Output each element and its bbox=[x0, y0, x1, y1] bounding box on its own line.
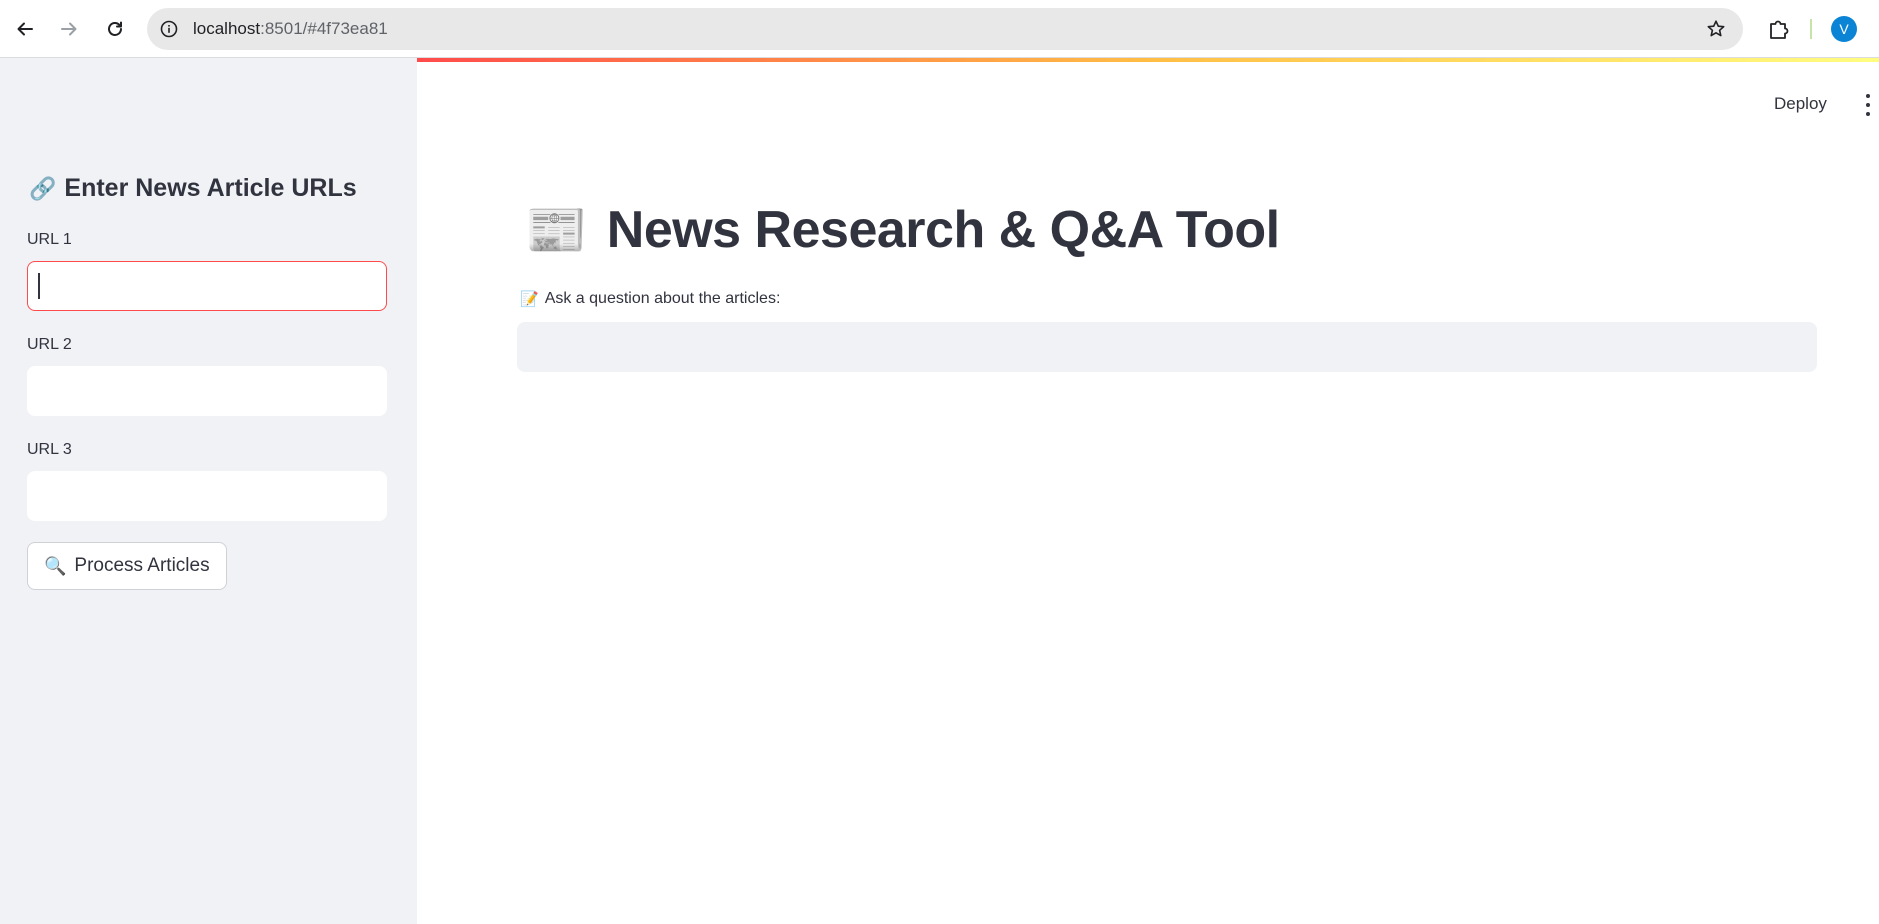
url-2-label: URL 2 bbox=[27, 336, 72, 353]
puzzle-icon[interactable] bbox=[1766, 16, 1792, 42]
sidebar-title-text: Enter News Article URLs bbox=[64, 174, 357, 202]
url-text[interactable]: localhost:8501/#4f73ea81 bbox=[193, 8, 388, 50]
deploy-button[interactable]: Deploy bbox=[1770, 90, 1831, 118]
newspaper-icon: 📰 bbox=[525, 201, 587, 258]
toolbar-divider bbox=[1810, 19, 1812, 39]
memo-icon: 📝 bbox=[520, 291, 539, 308]
url-path: :8501/#4f73ea81 bbox=[260, 19, 388, 38]
sidebar-title: 🔗 Enter News Article URLs bbox=[29, 174, 357, 203]
reload-icon bbox=[108, 21, 122, 36]
info-icon[interactable] bbox=[159, 19, 179, 39]
arrow-right-icon bbox=[61, 22, 77, 36]
url-1-input[interactable] bbox=[27, 261, 387, 311]
reload-button[interactable] bbox=[100, 14, 130, 44]
url-3-input[interactable] bbox=[27, 471, 387, 521]
kebab-dot bbox=[1866, 94, 1870, 98]
kebab-dot bbox=[1866, 103, 1870, 107]
header-decoration-bar bbox=[417, 58, 1879, 62]
profile-avatar[interactable]: V bbox=[1831, 16, 1857, 42]
url-1-label: URL 1 bbox=[27, 231, 72, 248]
browser-toolbar: localhost:8501/#4f73ea81 V bbox=[0, 0, 1879, 58]
question-input[interactable] bbox=[517, 322, 1817, 372]
process-articles-label: Process Articles bbox=[74, 555, 210, 576]
link-icon: 🔗 bbox=[29, 175, 57, 201]
url-3-label: URL 3 bbox=[27, 441, 72, 458]
magnifier-icon: 🔍 bbox=[44, 555, 67, 576]
kebab-dot bbox=[1866, 112, 1870, 116]
arrow-left-icon bbox=[17, 22, 33, 36]
page-title-text: News Research & Q&A Tool bbox=[606, 201, 1280, 259]
back-button[interactable] bbox=[10, 14, 40, 44]
process-articles-button[interactable]: 🔍 Process Articles bbox=[27, 542, 227, 590]
url-host: localhost bbox=[193, 19, 261, 38]
sidebar: 🔗 Enter News Article URLs URL 1 URL 2 UR… bbox=[0, 58, 417, 924]
text-caret bbox=[38, 273, 40, 299]
page-title: 📰 News Research & Q&A Tool bbox=[525, 200, 1280, 260]
forward-button[interactable] bbox=[54, 14, 84, 44]
kebab-menu-icon[interactable] bbox=[1860, 94, 1876, 116]
question-label-text: Ask a question about the articles: bbox=[544, 290, 781, 307]
address-bar[interactable]: localhost:8501/#4f73ea81 bbox=[147, 8, 1743, 50]
star-icon[interactable] bbox=[1705, 18, 1727, 40]
question-label: 📝 Ask a question about the articles: bbox=[520, 290, 780, 308]
url-2-input[interactable] bbox=[27, 366, 387, 416]
